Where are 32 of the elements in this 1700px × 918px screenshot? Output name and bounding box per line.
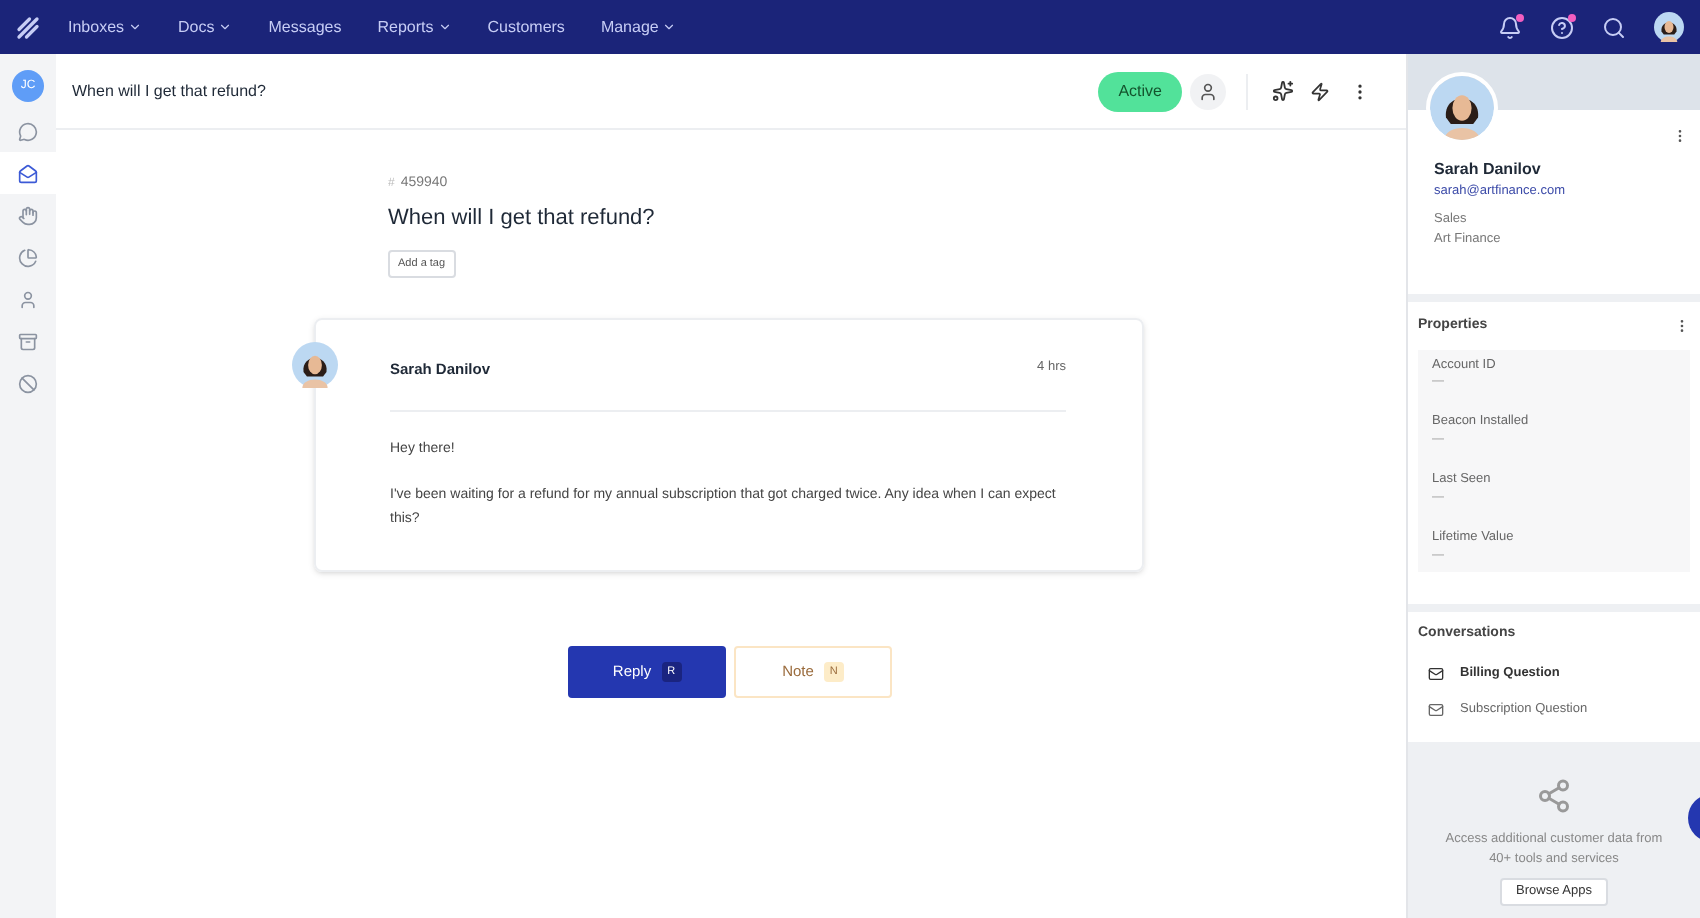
ban-icon <box>18 373 38 393</box>
conversation-heading: When will I get that refund? <box>388 203 657 233</box>
customer-name: Sarah Danilov <box>1434 158 1543 182</box>
user-avatar <box>1654 12 1684 42</box>
integrations-icon <box>1536 778 1572 814</box>
inbox-icon <box>18 163 38 183</box>
customer-avatar <box>1426 72 1498 144</box>
nav-menu-item[interactable]: Inboxes <box>68 15 143 39</box>
envelope-icon <box>1428 666 1444 682</box>
conversation-title: When will I get that refund? <box>72 79 268 103</box>
nav-menu-item[interactable]: Docs <box>178 15 233 39</box>
chat-icon <box>18 121 38 141</box>
pie-icon <box>18 247 38 267</box>
bolt-icon[interactable] <box>1310 81 1330 101</box>
person-icon <box>1198 81 1218 101</box>
status-pill[interactable]: Active <box>1098 71 1182 111</box>
nav-menu-item[interactable]: Manage <box>600 15 677 39</box>
bell-icon[interactable] <box>1498 15 1522 39</box>
help-icon[interactable] <box>1550 15 1574 39</box>
nav-menu-item[interactable]: Reports <box>377 15 452 39</box>
hand-icon <box>18 205 38 225</box>
envelope-icon <box>1428 702 1444 718</box>
search-icon[interactable] <box>1602 15 1626 39</box>
nav-menu-item[interactable]: Messages <box>268 15 342 39</box>
archive-icon <box>18 331 38 351</box>
user-icon <box>18 289 38 309</box>
nav-menu-item[interactable]: Customers <box>487 15 565 39</box>
nav-rail-item[interactable] <box>0 152 56 194</box>
author-avatar <box>292 342 338 388</box>
logo-icon[interactable] <box>16 15 40 39</box>
sparkle-icon[interactable] <box>1272 80 1294 102</box>
assign-button[interactable] <box>1190 73 1226 109</box>
